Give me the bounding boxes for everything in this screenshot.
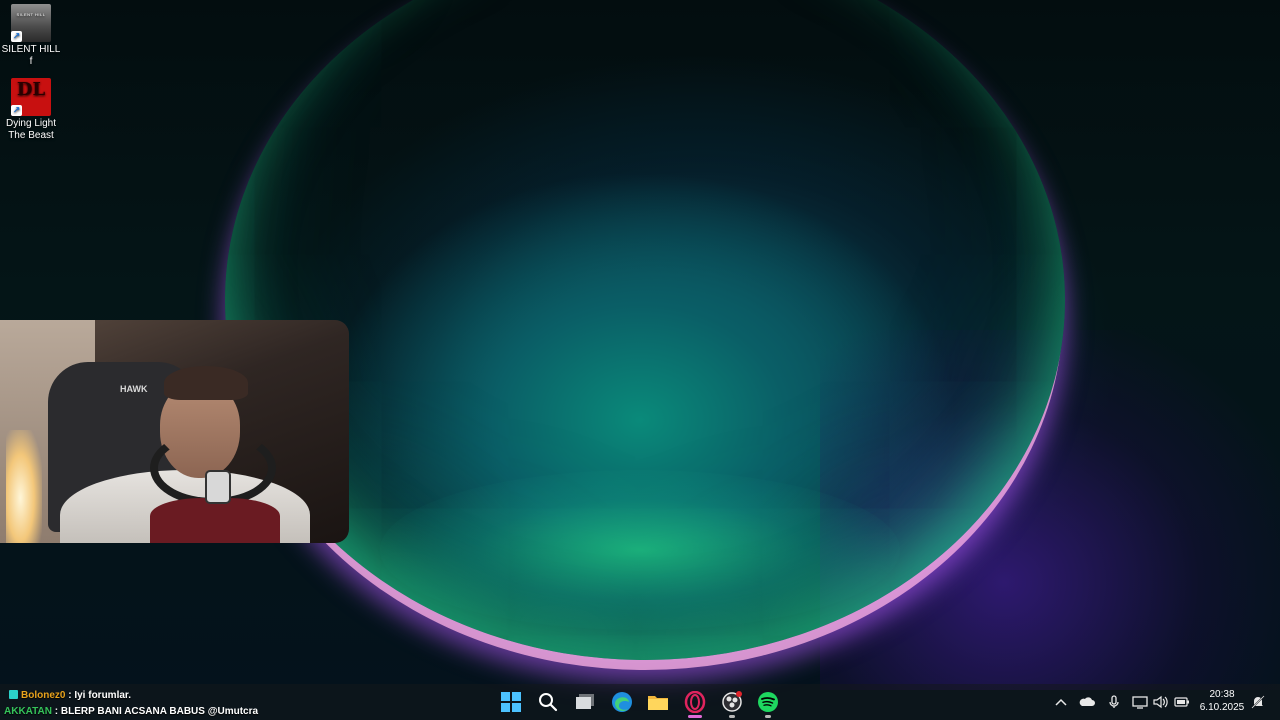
chat-text: : BLERP BANI ACSANA BABUS @Umutcra	[54, 706, 259, 717]
task-view-icon	[576, 694, 594, 709]
clock-time: 20:38	[1209, 689, 1235, 700]
webcam-microphone	[205, 470, 231, 504]
desktop-icon-label: SILENT HILL f	[1, 44, 61, 67]
windows-logo-icon	[501, 692, 521, 712]
silent-hill-thumbnail-icon: SILENT HILL ↗	[11, 4, 51, 42]
search-icon	[539, 693, 558, 712]
battery-button[interactable]	[1172, 684, 1192, 720]
network-icon	[1132, 696, 1148, 709]
onedrive-icon	[1079, 697, 1095, 706]
chat-text: : Iyi forumlar.	[68, 690, 132, 701]
shortcut-arrow-icon: ↗	[11, 105, 22, 116]
show-hidden-icons-button[interactable]	[1052, 684, 1070, 720]
edge-icon	[612, 692, 632, 712]
wallpaper-green-glow	[380, 470, 900, 630]
wallpaper-violet-glow	[820, 330, 1280, 690]
notification-center-button[interactable]	[1248, 684, 1268, 720]
battery-icon	[1174, 697, 1189, 707]
wallpaper-arc	[225, 0, 1065, 660]
folder-icon	[648, 696, 668, 710]
onedrive-button[interactable]	[1077, 684, 1097, 720]
webcam-chair-brand: HAWK	[120, 384, 148, 394]
edge-button[interactable]	[605, 684, 639, 720]
shortcut-arrow-icon: ↗	[11, 31, 22, 42]
stream-chat-overlay: Bolonez0 : Iyi forumlar. AKKATAN : BLERP…	[4, 688, 258, 720]
search-button[interactable]	[531, 684, 565, 720]
webcam-lamp-glow	[6, 430, 42, 543]
active-app-indicator	[688, 715, 702, 718]
dying-light-thumbnail-icon: DL ↗	[11, 78, 51, 116]
running-app-indicator	[729, 715, 735, 718]
chat-username: Bolonez0	[21, 690, 66, 701]
spotify-icon	[758, 692, 778, 712]
opera-gx-button[interactable]	[678, 684, 712, 720]
chat-username: AKKATAN	[4, 706, 52, 717]
desktop-icon-label-line2: The Beast	[8, 130, 54, 141]
desktop-icon-label-line1: Dying Light	[5, 118, 57, 129]
webcam-overlay: HAWK	[0, 320, 349, 543]
desktop-icon-silent-hill-f[interactable]: SILENT HILL ↗ SILENT HILL f	[0, 4, 62, 68]
chat-message: AKKATAN : BLERP BANI ACSANA BABUS @Umutc…	[4, 704, 258, 720]
clock-date: 6.10.2025	[1199, 702, 1245, 713]
webcam-beanie	[164, 366, 248, 400]
volume-icon	[1153, 695, 1168, 709]
obs-button[interactable]	[715, 684, 749, 720]
volume-button[interactable]	[1151, 684, 1171, 720]
obs-icon	[722, 691, 742, 712]
opera-icon	[684, 691, 706, 713]
file-explorer-button[interactable]	[641, 684, 675, 720]
start-button[interactable]	[494, 684, 528, 720]
chevron-up-icon	[1055, 698, 1067, 706]
microphone-button[interactable]	[1105, 684, 1123, 720]
chat-message: Bolonez0 : Iyi forumlar.	[4, 688, 258, 704]
webcam-bandana	[150, 498, 280, 543]
network-button[interactable]	[1130, 684, 1150, 720]
chat-badge-icon	[9, 690, 18, 699]
desktop-icon-dying-light[interactable]: DL ↗ Dying Light The Beast	[0, 78, 62, 142]
microphone-icon	[1109, 695, 1119, 708]
running-app-indicator	[765, 715, 771, 718]
taskbar-clock[interactable]: 20:38 6.10.2025	[1192, 688, 1252, 714]
task-view-button[interactable]	[568, 684, 602, 720]
silent-hill-thumb-text: SILENT HILL	[16, 12, 46, 17]
notification-icon	[1251, 695, 1265, 709]
dying-light-thumb-text: DL	[16, 79, 46, 100]
spotify-button[interactable]	[751, 684, 785, 720]
